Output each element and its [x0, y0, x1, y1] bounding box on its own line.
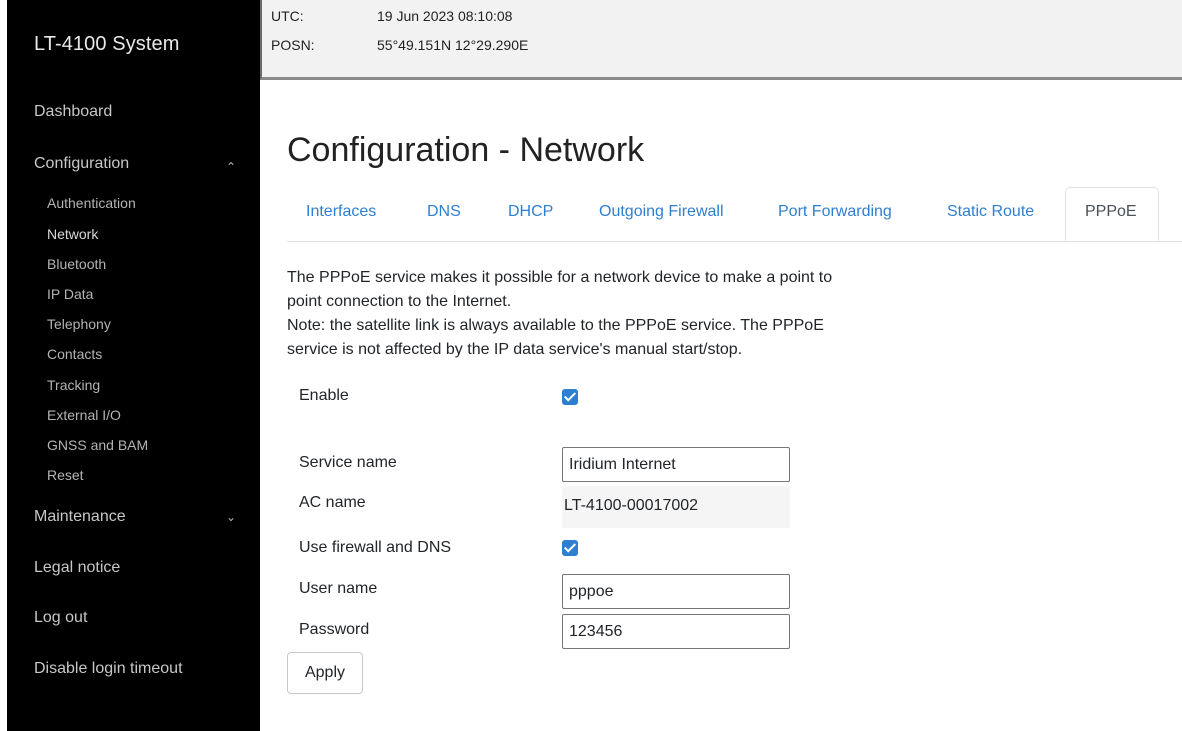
user-name-label: User name	[299, 580, 378, 597]
tab-bar: Interfaces DNS DHCP Outgoing Firewall Po…	[287, 187, 1182, 242]
tab-pppoe[interactable]: PPPoE	[1065, 187, 1159, 241]
apply-button[interactable]: Apply	[287, 652, 363, 694]
sidebar-item-dashboard[interactable]: Dashboard	[34, 103, 112, 121]
sidebar-subitem-gnss-bam[interactable]: GNSS and BAM	[47, 437, 148, 453]
sidebar-subitem-tracking[interactable]: Tracking	[47, 377, 100, 393]
service-name-input[interactable]	[562, 447, 790, 482]
position-value: 55°49.151N 12°29.290E	[377, 37, 529, 53]
description-line-1: The PPPoE service makes it possible for …	[287, 269, 833, 286]
ac-name-value: LT-4100-00017002	[564, 497, 699, 514]
tab-pppoe-label: PPPoE	[1085, 203, 1137, 220]
sidebar-item-legal-notice[interactable]: Legal notice	[34, 559, 120, 577]
sidebar-subitem-bluetooth[interactable]: Bluetooth	[47, 256, 106, 272]
password-label: Password	[299, 621, 370, 638]
page-title: Configuration - Network	[287, 131, 645, 169]
tab-dns[interactable]: DNS	[427, 203, 461, 221]
ac-name-label: AC name	[299, 494, 366, 511]
utc-label: UTC:	[271, 8, 304, 24]
brand-title: LT-4100 System	[34, 33, 180, 55]
service-name-label: Service name	[299, 454, 397, 471]
utc-value: 19 Jun 2023 08:10:08	[377, 8, 513, 24]
sidebar-item-disable-login-timeout[interactable]: Disable login timeout	[34, 660, 183, 678]
enable-label: Enable	[299, 387, 349, 404]
chevron-up-icon: ⌃	[226, 160, 237, 174]
status-bar: UTC: 19 Jun 2023 08:10:08 POSN: 55°49.15…	[260, 0, 1182, 80]
position-label: POSN:	[271, 37, 315, 53]
tab-outgoing-firewall[interactable]: Outgoing Firewall	[599, 203, 724, 221]
user-name-input[interactable]	[562, 574, 790, 609]
chevron-down-icon: ⌄	[226, 510, 237, 524]
tab-interfaces[interactable]: Interfaces	[306, 203, 376, 221]
sidebar-item-maintenance[interactable]: Maintenance	[34, 508, 126, 526]
sidebar-subitem-network[interactable]: Network	[47, 226, 98, 242]
sidebar-subitem-ip-data[interactable]: IP Data	[47, 286, 93, 302]
sidebar-subitem-external-io[interactable]: External I/O	[47, 407, 121, 423]
tab-static-route[interactable]: Static Route	[947, 203, 1034, 221]
description-line-2: point connection to the Internet.	[287, 293, 512, 310]
tab-dhcp[interactable]: DHCP	[508, 203, 553, 221]
sidebar: LT-4100 System Dashboard Configuration ⌃…	[7, 0, 260, 731]
sidebar-item-configuration[interactable]: Configuration	[34, 155, 129, 173]
use-firewall-checkbox[interactable]	[562, 540, 578, 556]
enable-checkbox[interactable]	[562, 389, 578, 405]
sidebar-item-log-out[interactable]: Log out	[34, 609, 87, 627]
sidebar-subitem-contacts[interactable]: Contacts	[47, 346, 102, 362]
password-input[interactable]	[562, 614, 790, 649]
sidebar-subitem-authentication[interactable]: Authentication	[47, 195, 136, 211]
tab-port-forwarding[interactable]: Port Forwarding	[778, 203, 892, 221]
ac-name-field: LT-4100-00017002	[562, 486, 790, 528]
sidebar-subitem-telephony[interactable]: Telephony	[47, 316, 111, 332]
description-line-3: Note: the satellite link is always avail…	[287, 317, 824, 334]
use-firewall-label: Use firewall and DNS	[299, 539, 452, 556]
description-line-4: service is not affected by the IP data s…	[287, 341, 743, 358]
sidebar-subitem-reset[interactable]: Reset	[47, 467, 84, 483]
window-edge	[0, 0, 7, 731]
